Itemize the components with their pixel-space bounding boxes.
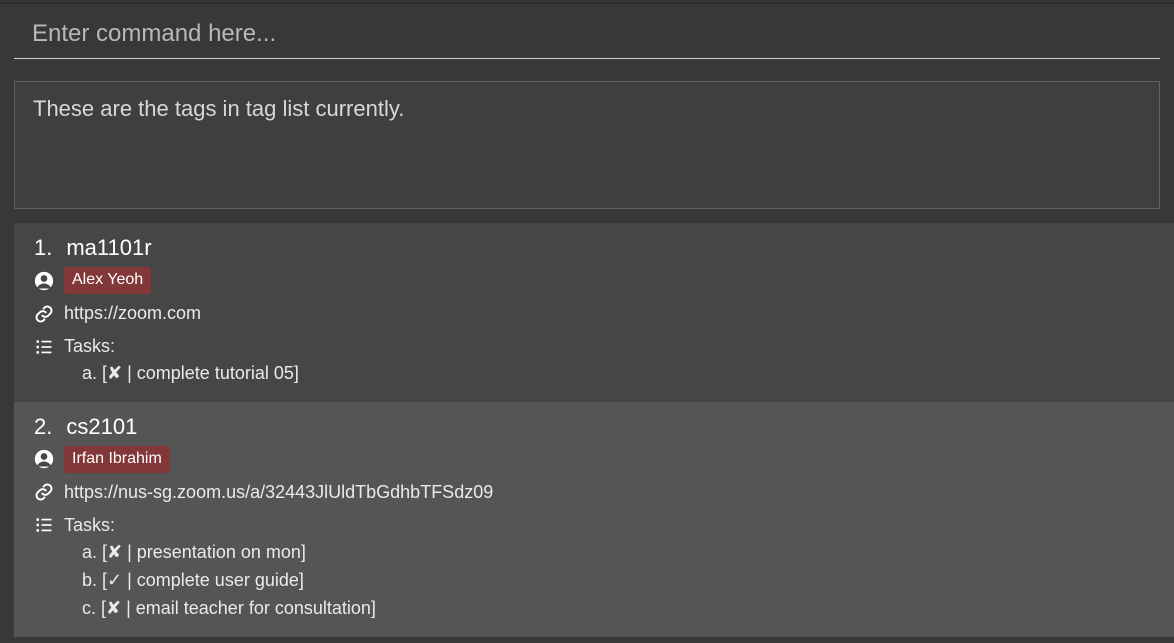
tasks-label: Tasks: [64,333,115,360]
command-input[interactable] [14,14,1160,59]
person-row: Irfan Ibrahim [34,446,1154,473]
module-name: ma1101r [66,235,151,261]
result-message: These are the tags in tag list currently… [33,96,404,121]
task-line: a. [✘ | presentation on mon] [82,539,1154,567]
link-text: https://zoom.com [64,300,201,327]
task-line: b. [✓ | complete user guide] [82,567,1154,595]
task-line: a. [✘ | complete tutorial 05] [82,360,1154,388]
link-icon [34,304,54,324]
module-name: cs2101 [66,414,137,440]
tasks-icon [34,337,54,357]
tasks-icon [34,515,54,535]
link-text: https://nus-sg.zoom.us/a/32443JlUldTbGdh… [64,479,493,506]
result-box: These are the tags in tag list currently… [14,81,1160,209]
module-index: 2. [34,414,52,440]
module-title-row: 2. cs2101 [34,414,1154,440]
person-chip: Alex Yeoh [64,267,151,294]
tasks-header-row: Tasks: [34,333,1154,360]
module-card[interactable]: 2. cs2101 Irfan Ibrahim https://nus-sg.zo… [14,402,1174,637]
tasks-list: a. [✘ | presentation on mon]b. [✓ | comp… [82,539,1154,623]
command-area [0,4,1174,59]
tasks-list: a. [✘ | complete tutorial 05] [82,360,1154,388]
module-index: 1. [34,235,52,261]
module-card[interactable]: 1. ma1101r Alex Yeoh https://zoom.com Tas… [14,223,1174,402]
module-list: 1. ma1101r Alex Yeoh https://zoom.com Tas… [0,223,1174,637]
tasks-label: Tasks: [64,512,115,539]
link-row: https://zoom.com [34,300,1154,327]
person-icon [34,449,54,469]
person-icon [34,271,54,291]
person-row: Alex Yeoh [34,267,1154,294]
task-line: c. [✘ | email teacher for consultation] [82,595,1154,623]
link-row: https://nus-sg.zoom.us/a/32443JlUldTbGdh… [34,479,1154,506]
link-icon [34,482,54,502]
person-chip: Irfan Ibrahim [64,446,170,473]
module-title-row: 1. ma1101r [34,235,1154,261]
tasks-header-row: Tasks: [34,512,1154,539]
